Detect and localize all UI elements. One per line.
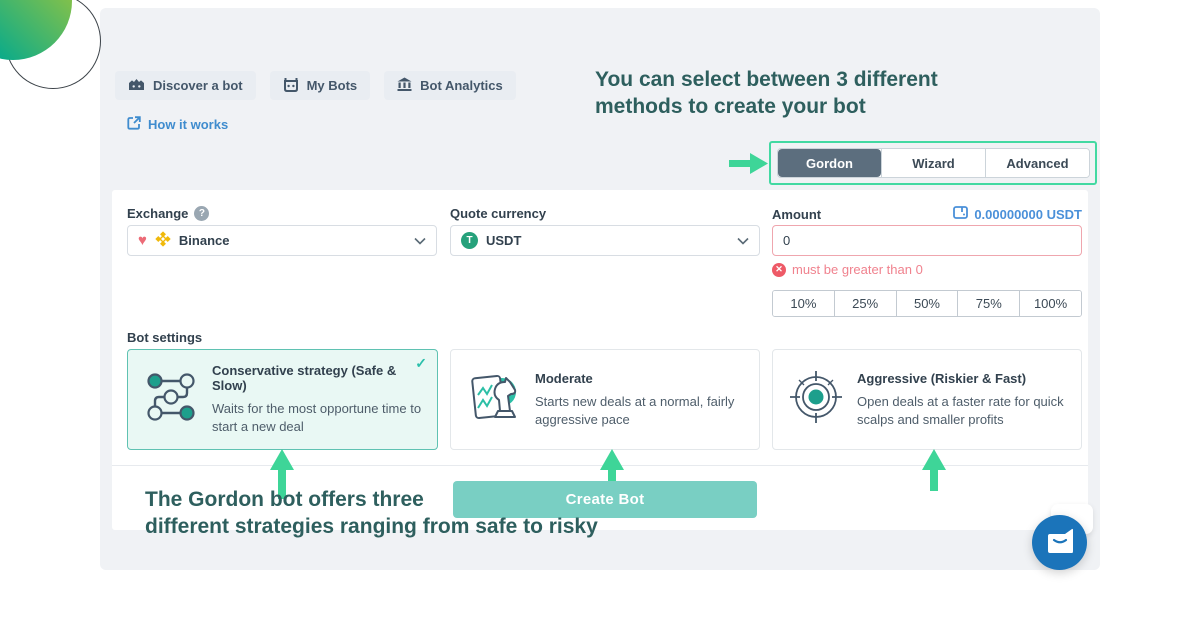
- percent-25-button[interactable]: 25%: [834, 291, 896, 316]
- amount-label: Amount: [772, 207, 821, 222]
- exchange-label: Exchange: [127, 206, 188, 221]
- amount-label-row: Amount 0.00000000 USDT: [772, 206, 1082, 222]
- favorite-heart-icon: ♥: [138, 233, 147, 248]
- method-tab-group: Gordon Wizard Advanced: [777, 148, 1090, 178]
- percent-100-button[interactable]: 100%: [1019, 291, 1081, 316]
- bot-settings-label: Bot settings: [127, 330, 202, 345]
- annotation-gordon-line1: The Gordon bot offers three: [145, 486, 598, 513]
- quote-currency-label: Quote currency: [450, 206, 546, 221]
- percent-50-button[interactable]: 50%: [896, 291, 958, 316]
- annotation-gordon-line2: different strategies ranging from safe t…: [145, 513, 598, 540]
- strategy-title: Moderate: [535, 371, 747, 386]
- exchange-value: Binance: [179, 233, 230, 248]
- how-it-works-label: How it works: [148, 117, 228, 132]
- aggressive-strategy-icon: [787, 368, 845, 431]
- bot-analytics-button[interactable]: Bot Analytics: [384, 71, 516, 100]
- tab-gordon[interactable]: Gordon: [778, 149, 881, 177]
- quote-currency-value: USDT: [486, 233, 521, 248]
- strategy-card-conservative[interactable]: ✓ Conservative strategy (Safe & Slow) Wa…: [127, 349, 438, 450]
- tab-wizard[interactable]: Wizard: [881, 149, 985, 177]
- annotation-gordon-strategies: The Gordon bot offers three different st…: [145, 486, 598, 540]
- quote-currency-label-row: Quote currency: [450, 206, 546, 221]
- chat-bubble-icon: [1046, 527, 1074, 559]
- error-icon: ✕: [772, 263, 786, 277]
- discover-bot-icon: [128, 77, 145, 94]
- percent-10-button[interactable]: 10%: [773, 291, 834, 316]
- arrow-right-icon: [729, 152, 769, 175]
- how-it-works-link[interactable]: How it works: [127, 116, 228, 133]
- quote-currency-select[interactable]: T USDT: [450, 225, 760, 256]
- annotation-methods: You can select between 3 different metho…: [595, 66, 938, 120]
- annotation-methods-line2: methods to create your bot: [595, 93, 938, 120]
- strategy-description: Waits for the most opportune time to sta…: [212, 400, 425, 436]
- strategy-title: Conservative strategy (Safe & Slow): [212, 363, 425, 393]
- strategy-description: Starts new deals at a normal, fairly agg…: [535, 393, 747, 429]
- percent-button-group: 10% 25% 50% 75% 100%: [772, 290, 1082, 317]
- usdt-logo-icon: T: [461, 232, 478, 249]
- chevron-down-icon: [737, 233, 749, 248]
- bot-analytics-icon: [397, 77, 412, 94]
- strategy-card-aggressive[interactable]: Aggressive (Riskier & Fast) Open deals a…: [772, 349, 1082, 450]
- discover-a-bot-button[interactable]: Discover a bot: [115, 71, 256, 100]
- moderate-strategy-icon: [465, 368, 523, 431]
- wallet-balance[interactable]: 0.00000000 USDT: [953, 206, 1082, 222]
- bot-settings-label-text: Bot settings: [127, 330, 202, 345]
- my-bots-label: My Bots: [307, 78, 358, 93]
- exchange-label-row: Exchange ?: [127, 206, 209, 221]
- check-icon: ✓: [415, 355, 427, 372]
- bot-toolbar: Discover a bot My Bots Bot Analytics: [115, 71, 516, 100]
- strategy-card-moderate[interactable]: Moderate Starts new deals at a normal, f…: [450, 349, 760, 450]
- amount-error: ✕ must be greater than 0: [772, 262, 923, 277]
- bot-analytics-label: Bot Analytics: [420, 78, 503, 93]
- strategy-title: Aggressive (Riskier & Fast): [857, 371, 1069, 386]
- amount-error-text: must be greater than 0: [792, 262, 923, 277]
- discover-a-bot-label: Discover a bot: [153, 78, 243, 93]
- my-bots-button[interactable]: My Bots: [270, 71, 371, 100]
- arrow-up-icon: [922, 449, 946, 491]
- annotation-methods-line1: You can select between 3 different: [595, 66, 938, 93]
- amount-input[interactable]: [772, 225, 1082, 256]
- conservative-strategy-icon: [142, 368, 200, 431]
- chat-launcher-button[interactable]: [1032, 515, 1087, 570]
- help-icon[interactable]: ?: [194, 206, 209, 221]
- exchange-select[interactable]: ♥ Binance: [127, 225, 437, 256]
- tab-advanced[interactable]: Advanced: [985, 149, 1089, 177]
- binance-logo-icon: [155, 231, 171, 250]
- percent-75-button[interactable]: 75%: [957, 291, 1019, 316]
- external-link-icon: [127, 116, 141, 133]
- wallet-icon: [953, 206, 968, 222]
- strategy-description: Open deals at a faster rate for quick sc…: [857, 393, 1069, 429]
- wallet-balance-value: 0.00000000 USDT: [974, 207, 1082, 222]
- chevron-down-icon: [414, 233, 426, 248]
- my-bots-icon: [283, 77, 299, 95]
